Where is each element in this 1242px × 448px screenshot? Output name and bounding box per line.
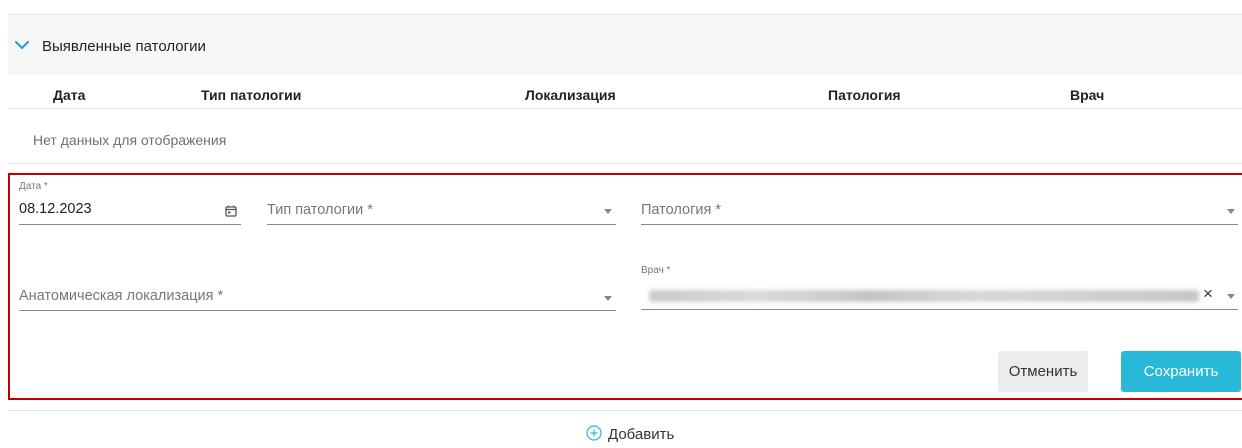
doctor-value-redacted [649, 290, 1199, 302]
table-header: Дата Тип патологии Локализация Патология… [8, 76, 1242, 109]
chevron-down-icon[interactable] [1227, 294, 1235, 299]
save-button[interactable]: Сохранить [1121, 351, 1241, 392]
chevron-down-icon[interactable] [14, 37, 30, 53]
chevron-down-icon[interactable] [604, 209, 612, 214]
chevron-down-icon[interactable] [604, 296, 612, 301]
anatomical-localization-placeholder: Анатомическая локализация * [19, 288, 224, 304]
doctor-select[interactable]: Врач * × [641, 263, 1238, 310]
pathology-select[interactable]: Патология * [641, 180, 1238, 225]
column-localization: Локализация [525, 87, 616, 103]
doctor-label: Врач * [641, 265, 671, 276]
column-date: Дата [53, 87, 86, 103]
calendar-icon[interactable] [225, 205, 237, 217]
plus-circle-icon [586, 425, 602, 441]
chevron-down-icon[interactable] [1227, 209, 1235, 214]
clear-icon[interactable]: × [1203, 284, 1213, 304]
date-value: 08.12.2023 [19, 201, 92, 217]
empty-table-message: Нет данных для отображения [33, 132, 227, 148]
date-label: Дата * [19, 181, 48, 192]
pathology-placeholder: Патология * [641, 202, 721, 218]
divider [8, 410, 1242, 411]
anatomical-localization-select[interactable]: Анатомическая локализация * [19, 268, 616, 311]
cancel-button[interactable]: Отменить [998, 351, 1088, 392]
column-pathology: Патология [828, 87, 901, 103]
pathology-type-placeholder: Тип патологии * [267, 202, 373, 218]
divider [8, 163, 1242, 164]
column-doctor: Врач [1070, 87, 1105, 103]
date-field[interactable]: Дата * 08.12.2023 [19, 180, 241, 225]
column-pathology-type: Тип патологии [201, 87, 302, 103]
section-header[interactable]: Выявленные патологии [8, 14, 1242, 75]
section-title: Выявленные патологии [42, 38, 206, 55]
pathology-type-select[interactable]: Тип патологии * [267, 180, 616, 225]
add-label: Добавить [608, 426, 675, 443]
